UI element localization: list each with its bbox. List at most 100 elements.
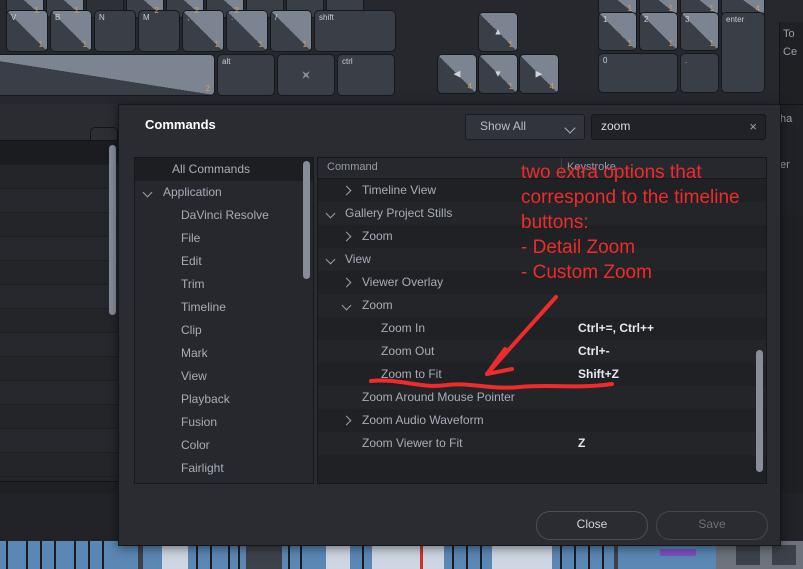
keyboard-key-numpad-enter[interactable]: enter xyxy=(721,12,765,93)
keyboard-key-numpad-3[interactable]: 3 1 xyxy=(680,12,719,51)
clear-search-icon[interactable]: × xyxy=(749,118,757,135)
keyboard-key-v[interactable]: V 1 xyxy=(6,10,48,52)
keyboard-key-numpad-2[interactable]: 2 1 xyxy=(639,12,678,51)
close-button[interactable]: Close xyxy=(536,511,648,540)
chevron-right-icon[interactable] xyxy=(341,415,352,426)
list-item[interactable] xyxy=(0,261,119,285)
command-name: Zoom xyxy=(362,229,393,243)
command-name: Zoom to Fit xyxy=(381,367,442,381)
chevron-right-icon[interactable] xyxy=(341,231,352,242)
category-item-fairlight[interactable]: Fairlight xyxy=(135,457,313,480)
category-item-clip[interactable]: Clip xyxy=(135,319,313,342)
table-row[interactable]: Zoom Around Mouse Pointer xyxy=(318,386,766,409)
keyboard-key-arrow-up[interactable]: ▲ 1 xyxy=(478,12,518,52)
category-item-playback[interactable]: Playback xyxy=(135,388,313,411)
super-key-icon xyxy=(298,67,314,83)
key-count: 1 xyxy=(668,4,673,13)
show-all-dropdown[interactable]: Show All xyxy=(465,114,585,140)
chevron-down-icon[interactable] xyxy=(325,208,336,219)
category-item-edit[interactable]: Edit xyxy=(135,250,313,273)
list-item[interactable] xyxy=(0,213,119,237)
command-name: Gallery Project Stills xyxy=(345,206,453,220)
table-row[interactable]: Zoom In Ctrl+=, Ctrl++ xyxy=(318,317,766,340)
key-count: 1 xyxy=(82,40,87,49)
background-left-list xyxy=(0,140,120,482)
category-label: Application xyxy=(163,185,222,199)
keyboard-key-numpad-1[interactable]: 1 1 xyxy=(598,12,637,51)
list-item[interactable] xyxy=(0,381,119,405)
chevron-down-icon[interactable] xyxy=(142,187,153,198)
key-count: 1 xyxy=(38,40,43,49)
category-item-file[interactable]: File xyxy=(135,227,313,250)
table-row[interactable]: Gallery Project Stills xyxy=(318,202,766,225)
table-row[interactable]: View xyxy=(318,248,766,271)
chevron-down-icon[interactable] xyxy=(341,300,352,311)
right-panel-text: er xyxy=(780,159,790,171)
table-row[interactable]: Zoom Audio Waveform xyxy=(318,409,766,432)
key-label: alt xyxy=(222,57,231,66)
keyboard-key-alt[interactable]: alt xyxy=(217,54,275,96)
category-item-fusion[interactable]: Fusion xyxy=(135,411,313,434)
key-label: . xyxy=(685,56,688,65)
list-item[interactable] xyxy=(0,429,119,453)
keyboard-key-space[interactable]: 2 xyxy=(0,54,215,96)
keyboard-key-numpad-decimal[interactable]: . xyxy=(680,53,719,93)
column-divider[interactable] xyxy=(561,158,562,178)
list-item[interactable] xyxy=(0,285,119,309)
list-item[interactable] xyxy=(0,309,119,333)
key-count: 1 xyxy=(214,40,219,49)
table-row[interactable]: Zoom Viewer to Fit Z xyxy=(318,432,766,455)
keyboard-key-ctrl[interactable]: ctrl xyxy=(337,54,395,96)
keyboard-key-n[interactable]: N xyxy=(94,10,136,52)
table-row[interactable]: Zoom xyxy=(318,294,766,317)
keyboard-key-super[interactable] xyxy=(277,54,335,96)
show-all-dropdown-label: Show All xyxy=(480,119,527,133)
list-item[interactable] xyxy=(0,333,119,357)
category-label: Fairlight xyxy=(181,461,224,475)
category-item-davinci-resolve[interactable]: DaVinci Resolve xyxy=(135,204,313,227)
list-item[interactable] xyxy=(0,237,119,261)
keyboard-key-slash[interactable]: / 1 xyxy=(270,10,312,52)
table-row[interactable]: Zoom xyxy=(318,225,766,248)
category-item-mark[interactable]: Mark xyxy=(135,342,313,365)
command-name: Zoom xyxy=(362,298,393,312)
table-row[interactable]: Zoom Out Ctrl+- xyxy=(318,340,766,363)
keyboard-key-arrow-right[interactable]: ▶ 4 xyxy=(519,54,559,94)
category-item-timeline[interactable]: Timeline xyxy=(135,296,313,319)
keyboard-key-comma[interactable]: , 1 xyxy=(182,10,224,52)
list-item[interactable] xyxy=(0,453,119,477)
table-row[interactable]: Timeline View xyxy=(318,179,766,202)
keyboard-key-m[interactable]: M xyxy=(138,10,180,52)
category-item-color[interactable]: Color xyxy=(135,434,313,457)
keyboard-key-period[interactable]: . 1 xyxy=(226,10,268,52)
scrollbar-thumb[interactable] xyxy=(109,145,116,315)
keyboard-key-b[interactable]: B 1 xyxy=(50,10,92,52)
keyboard-key-shift[interactable]: shift xyxy=(314,10,396,52)
category-item-application[interactable]: Application xyxy=(135,181,313,204)
scrollbar-thumb[interactable] xyxy=(303,161,310,279)
command-table[interactable]: Command Keystroke Timeline View Gallery … xyxy=(317,157,767,484)
list-item[interactable] xyxy=(0,405,119,429)
keyboard-customization-dialog: Commands Show All zoom × All Commands Ap… xyxy=(118,104,781,546)
chevron-right-icon[interactable] xyxy=(341,185,352,196)
category-label: Mark xyxy=(181,346,208,360)
keyboard-key-arrow-down[interactable]: ▼ 1 xyxy=(478,54,518,94)
keyboard-key-numpad-0[interactable]: 0 xyxy=(598,53,678,93)
category-tree[interactable]: All Commands Application DaVinci Resolve… xyxy=(134,157,314,484)
category-item-all-commands[interactable]: All Commands xyxy=(135,158,313,181)
list-item[interactable] xyxy=(0,141,119,165)
category-item-trim[interactable]: Trim xyxy=(135,273,313,296)
search-input[interactable]: zoom × xyxy=(591,114,766,140)
chevron-right-icon[interactable] xyxy=(341,277,352,288)
chevron-down-icon[interactable] xyxy=(325,254,336,265)
list-item[interactable] xyxy=(0,189,119,213)
list-item[interactable] xyxy=(0,165,119,189)
table-row[interactable]: Viewer Overlay xyxy=(318,271,766,294)
keyboard-key-arrow-left[interactable]: ◀ 4 xyxy=(437,54,477,94)
category-item-view[interactable]: View xyxy=(135,365,313,388)
save-button[interactable]: Save xyxy=(656,511,768,540)
scrollbar-thumb[interactable] xyxy=(756,350,763,472)
list-item[interactable] xyxy=(0,357,119,381)
key-label: B xyxy=(55,13,61,22)
table-row[interactable]: Zoom to Fit Shift+Z xyxy=(318,363,766,386)
